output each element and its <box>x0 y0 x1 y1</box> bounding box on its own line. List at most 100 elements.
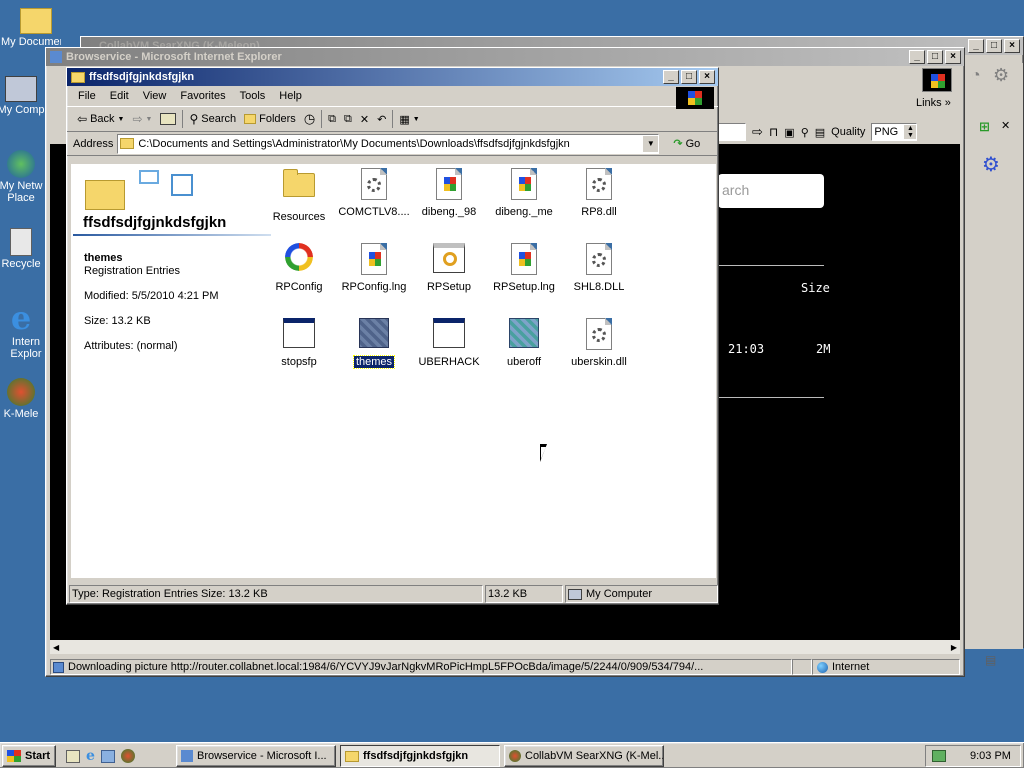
internet-explorer-icon[interactable]: e <box>86 748 95 764</box>
quality-select[interactable]: PNG ▲ ▼ <box>871 123 918 141</box>
history-button[interactable]: ◷ <box>300 108 319 130</box>
bookmark-icon[interactable]: ⊓ <box>769 125 778 139</box>
desktop-icon-network[interactable]: My Netw Place <box>0 150 46 204</box>
add-icon[interactable]: ⊞ <box>979 119 990 135</box>
status-info-panel: Type: Registration Entries Size: 13.2 KB <box>69 585 483 603</box>
file-item-rpsetup-lng[interactable]: RPSetup.lng <box>485 243 563 293</box>
minimize-button[interactable]: _ <box>909 50 925 64</box>
taskbar-item-browservice[interactable]: Browservice - Microsoft I... <box>176 745 336 767</box>
menu-file[interactable]: File <box>71 90 103 102</box>
forward-button[interactable]: ⇨ ▼ <box>128 108 156 130</box>
desktop-icon-internet-explorer[interactable]: e Intern Explor <box>0 302 46 360</box>
up-folder-button[interactable] <box>156 108 180 130</box>
desktop-icon-recycle-bin[interactable]: Recycle <box>0 228 46 270</box>
maximize-button[interactable]: □ <box>681 70 697 84</box>
chevron-down-icon[interactable]: ▼ <box>146 116 153 123</box>
desktop-icon-k-meleon[interactable]: K-Mele <box>0 378 46 420</box>
desktop-icon-my-documents[interactable]: My Documen <box>1 4 71 48</box>
file-item-uberoff[interactable]: uberoff <box>485 318 563 368</box>
toolbar-separator <box>392 110 394 128</box>
clock[interactable]: 9:03 PM <box>970 750 1011 762</box>
folders-button[interactable]: Folders <box>240 108 300 130</box>
undo-button[interactable]: ↶ <box>373 108 390 130</box>
menu-help[interactable]: Help <box>272 90 309 102</box>
move-to-button[interactable]: ⧉ <box>324 108 340 130</box>
ie-status-zone: Internet <box>832 661 870 673</box>
file-item-stopsfp[interactable]: stopsfp <box>260 318 338 368</box>
taskbar-item-explorer[interactable]: ffsdfsdjfgjnkdsfgjkn <box>340 745 500 767</box>
file-item-uberhack[interactable]: UBERHACK <box>410 318 488 368</box>
chevron-down-icon[interactable]: ▼ <box>118 116 125 123</box>
clipboard-icon[interactable]: ▤ <box>815 126 825 139</box>
selected-item-modified: Modified: 5/5/2010 4:21 PM <box>84 290 219 302</box>
maximize-button[interactable]: □ <box>927 50 943 64</box>
spinner-icon[interactable]: ▲ ▼ <box>904 125 917 139</box>
home-icon[interactable]: ◔ <box>971 67 981 85</box>
url-field[interactable] <box>718 123 746 141</box>
maximize-button[interactable]: □ <box>986 39 1002 53</box>
windows-logo-icon <box>688 91 702 105</box>
folder-icon <box>282 169 316 207</box>
copy-to-button[interactable]: ⧉ <box>340 108 356 130</box>
file-item-dibeng-me[interactable]: dibeng._me <box>485 168 563 218</box>
show-desktop-icon[interactable] <box>66 749 80 763</box>
searxng-settings-icon[interactable]: ⚙ <box>982 152 1000 177</box>
address-dropdown-icon[interactable]: ▼ <box>642 135 659 152</box>
save-page-icon[interactable]: ▣ <box>784 126 794 139</box>
file-item-shl8-dll[interactable]: SHL8.DLL <box>560 243 638 293</box>
file-item-dibeng-98[interactable]: dibeng._98 <box>410 168 488 218</box>
links-bar[interactable]: Links » <box>916 97 951 109</box>
address-field[interactable]: C:\Documents and Settings\Administrator\… <box>117 133 660 154</box>
back-button[interactable]: ⇦ Back ▼ <box>73 108 128 130</box>
taskbar-item-k-meleon[interactable]: CollabVM SearXNG (K-Mel... <box>504 745 664 767</box>
my-computer-icon <box>5 76 37 102</box>
menu-edit[interactable]: Edit <box>103 90 136 102</box>
close-button[interactable]: × <box>699 70 715 84</box>
search-button[interactable]: ⚲ Search <box>185 108 240 130</box>
close-button[interactable]: × <box>945 50 961 64</box>
ie-horizontal-scrollbar[interactable]: ◀ ▶ <box>50 640 960 654</box>
file-item-rpconfig[interactable]: RPConfig <box>260 243 338 293</box>
quick-launch: e <box>66 747 135 765</box>
forward-arrow-icon: ⇨ <box>132 112 143 126</box>
menu-tools[interactable]: Tools <box>233 90 273 102</box>
close-tab-icon[interactable]: ✕ <box>1001 119 1010 132</box>
views-button[interactable]: ▦ ▼ <box>395 108 423 130</box>
gear-icon[interactable]: ⚙ <box>993 65 1009 86</box>
scroll-left-icon[interactable]: ◀ <box>53 643 59 652</box>
search-label: Search <box>201 113 237 125</box>
find-icon[interactable]: ⚲ <box>801 126 809 139</box>
desktop-icon-my-computer[interactable]: My Comp <box>0 76 46 116</box>
chevron-down-icon[interactable]: ▼ <box>413 116 420 123</box>
ie-titlebar[interactable]: Browservice - Microsoft Internet Explore… <box>46 48 964 66</box>
printer-icon[interactable]: ▤ <box>985 653 996 667</box>
scroll-right-icon[interactable]: ▶ <box>951 643 957 652</box>
delete-button[interactable]: ✕ <box>356 108 373 130</box>
row-time: 21:03 <box>728 342 765 356</box>
file-item-resources[interactable]: Resources <box>260 168 338 223</box>
decor-squares <box>171 174 193 196</box>
recycle-bin-icon <box>10 228 32 256</box>
searxng-search-box[interactable]: arch <box>718 174 824 208</box>
network-places-icon <box>7 150 35 178</box>
file-item-rpsetup[interactable]: RPSetup <box>410 243 488 293</box>
file-item-rpconfig-lng[interactable]: RPConfig.lng <box>335 243 413 293</box>
go-button[interactable]: ↷ Go <box>669 133 704 155</box>
explorer-content[interactable]: ffsdfsdjfgjnkdsfgjkn themes Registration… <box>71 164 716 578</box>
close-button[interactable]: × <box>1004 39 1020 53</box>
explorer-titlebar[interactable]: ffsdfsdjfgjnkdsfgjkn _ □ × <box>67 68 718 86</box>
network-tray-icon[interactable] <box>932 750 946 762</box>
menu-favorites[interactable]: Favorites <box>173 90 232 102</box>
k-meleon-icon[interactable] <box>120 749 135 763</box>
explorer-window[interactable]: ffsdfsdjfgjnkdsfgjkn _ □ × File Edit Vie… <box>66 67 719 605</box>
file-item-uberskin-dll[interactable]: uberskin.dll <box>560 318 638 368</box>
start-button[interactable]: Start <box>2 745 56 767</box>
go-arrow-icon[interactable]: ⇨ <box>752 124 763 140</box>
minimize-button[interactable]: _ <box>968 39 984 53</box>
file-item-rp8-dll[interactable]: RP8.dll <box>560 168 638 218</box>
file-item-themes[interactable]: themes <box>335 318 413 369</box>
outlook-express-icon[interactable] <box>100 749 115 763</box>
file-item-comctlv8[interactable]: COMCTLV8.... <box>335 168 413 218</box>
menu-view[interactable]: View <box>136 90 174 102</box>
minimize-button[interactable]: _ <box>663 70 679 84</box>
